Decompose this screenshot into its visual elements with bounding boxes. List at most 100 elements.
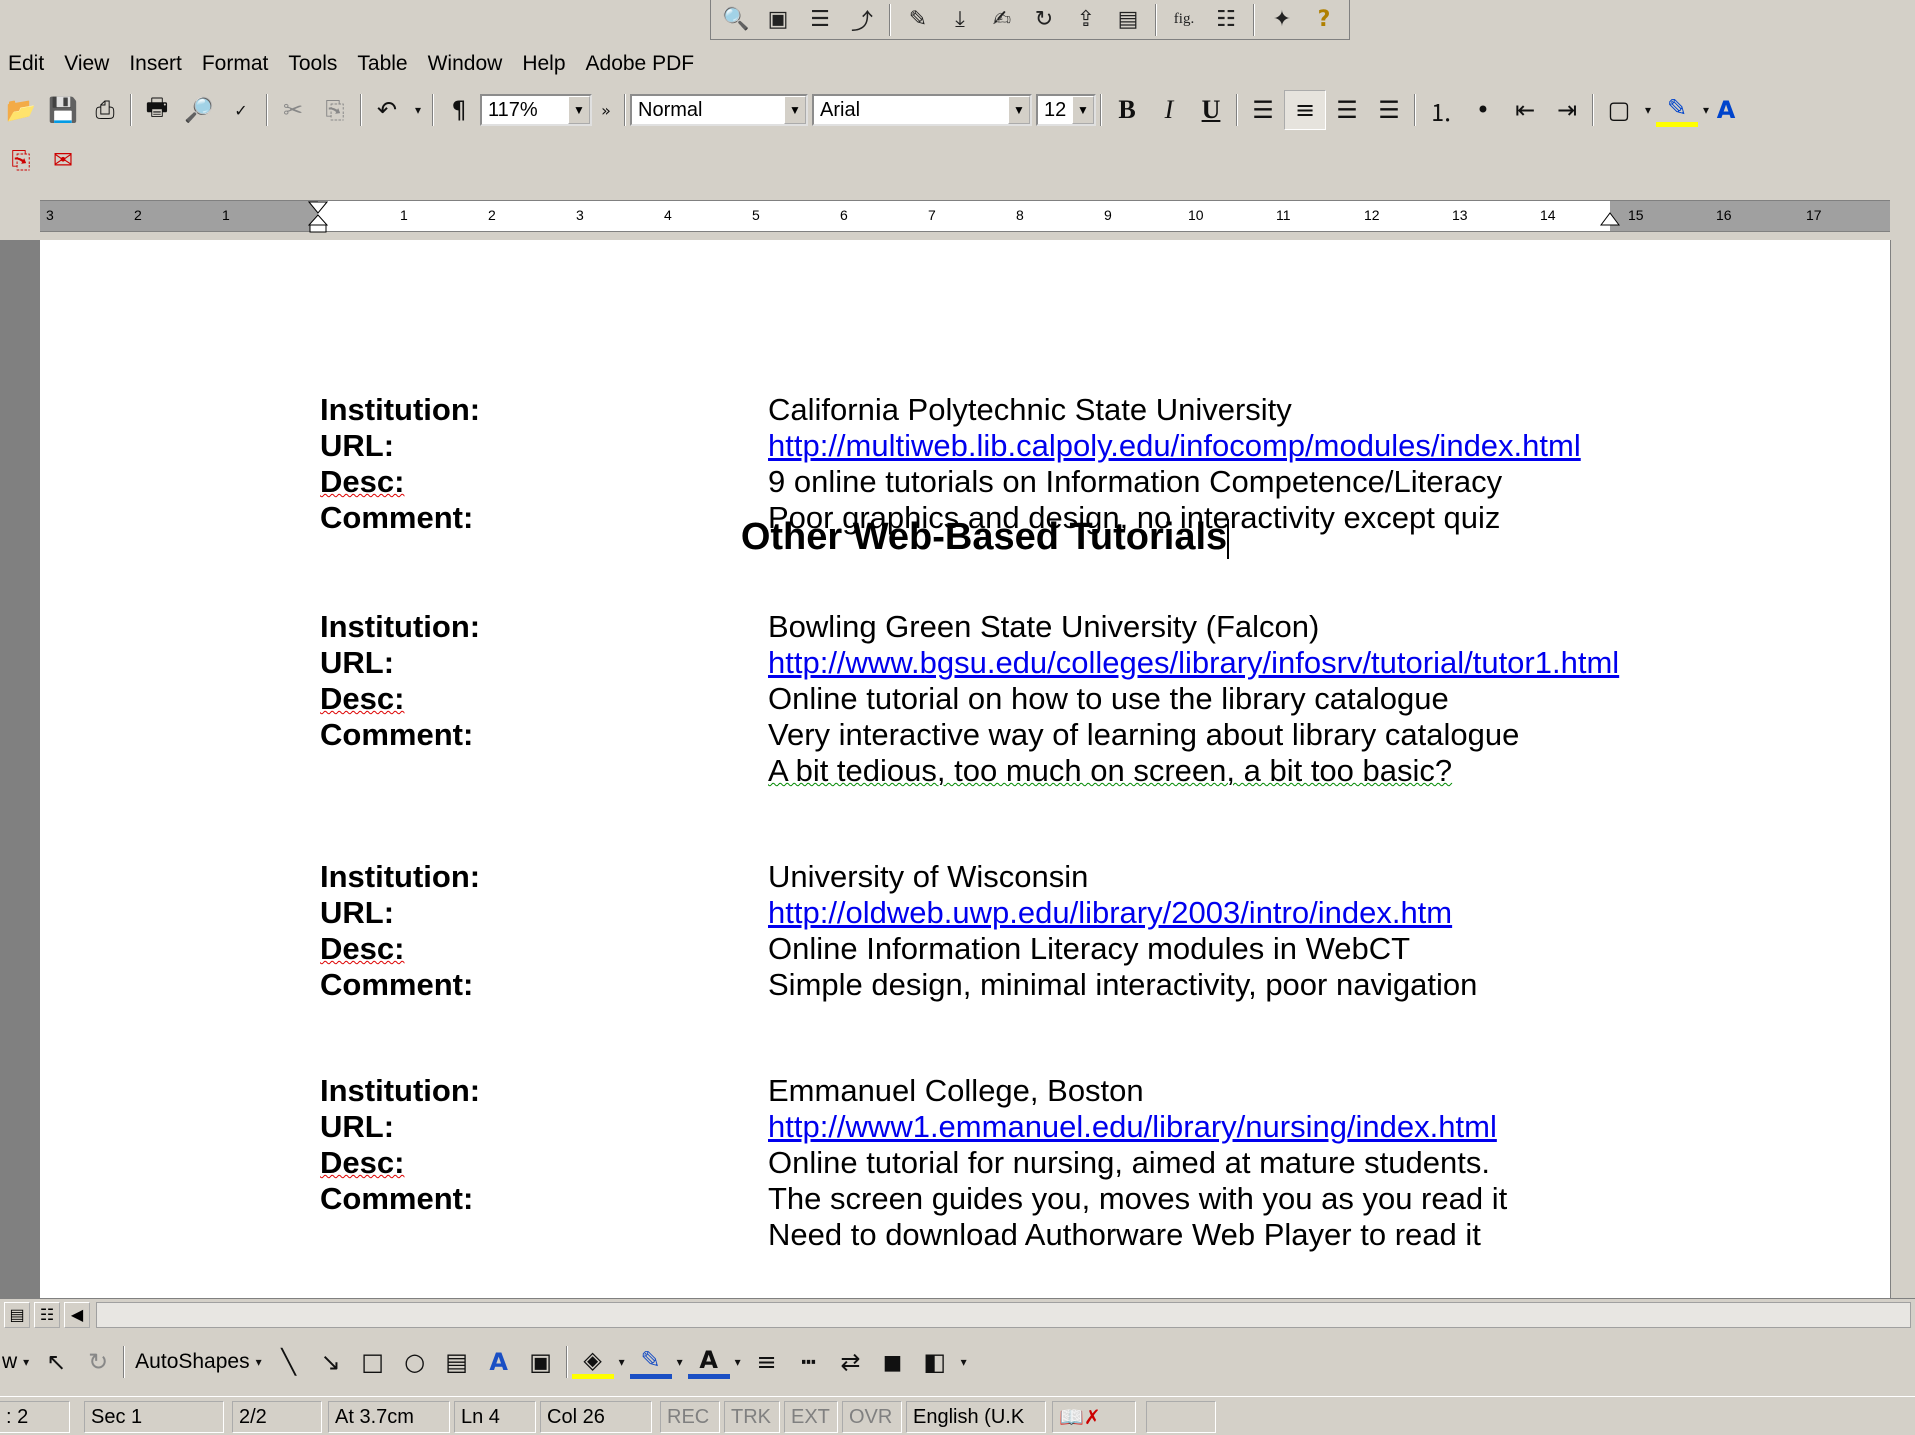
line-style-icon[interactable]: ≡	[746, 1342, 788, 1382]
decrease-indent-icon[interactable]: ⇤	[1504, 90, 1546, 130]
3d-icon[interactable]: ◧	[914, 1342, 956, 1382]
underline-button[interactable]: U	[1190, 90, 1232, 130]
align-left-icon[interactable]: ☰	[1242, 90, 1284, 130]
indent-marker-icon[interactable]	[308, 201, 328, 233]
italic-button[interactable]: I	[1148, 90, 1190, 130]
convert-to-pdf-icon[interactable]: ⎘	[0, 140, 42, 180]
select-objects-icon[interactable]: ↖	[35, 1342, 77, 1382]
fill-color-icon[interactable]: ◈	[571, 1345, 614, 1379]
zoom-select[interactable]: 117% ▼	[480, 94, 592, 126]
outline-icon[interactable]: ☷	[1207, 2, 1245, 38]
url-link[interactable]: http://www.bgsu.edu/colleges/library/inf…	[768, 645, 1820, 681]
autoshapes-menu[interactable]: AutoShapes	[135, 1350, 249, 1374]
align-center-icon[interactable]: ≡	[1284, 90, 1326, 130]
cut-icon[interactable]: ✂	[272, 90, 314, 130]
style-select[interactable]: Normal ▼	[630, 94, 808, 126]
download-icon[interactable]: ⤓	[941, 2, 979, 38]
chevron-down-icon[interactable]: ▼	[1008, 96, 1030, 124]
align-right-icon[interactable]: ☰	[1326, 90, 1368, 130]
menu-adobe-pdf[interactable]: Adobe PDF	[586, 52, 695, 76]
font-color-icon[interactable]: A	[1714, 90, 1738, 130]
fig-icon[interactable]: fig.	[1165, 2, 1203, 38]
document-page[interactable]: Other Web-Based Tutorials Institution: C…	[40, 240, 1890, 1298]
draw-menu[interactable]: w	[2, 1350, 17, 1374]
arrow-tool-icon[interactable]: ⤴	[843, 2, 881, 38]
bold-button[interactable]: B	[1106, 90, 1148, 130]
menu-help[interactable]: Help	[522, 52, 565, 76]
vertical-scrollbar[interactable]	[1890, 240, 1915, 1298]
increase-indent-icon[interactable]: ⇥	[1546, 90, 1588, 130]
chevron-down-icon[interactable]: ▾	[730, 1342, 746, 1382]
show-formatting-icon[interactable]: ¶	[438, 90, 480, 130]
spelling-status-icon[interactable]: 📖 ✗	[1052, 1401, 1136, 1433]
refresh-icon[interactable]: ↻	[1025, 2, 1063, 38]
free-rotate-icon[interactable]: ↻	[77, 1342, 119, 1382]
menu-tools[interactable]: Tools	[288, 52, 337, 76]
print-preview-icon[interactable]: 🔎	[178, 90, 220, 130]
menu-view[interactable]: View	[64, 52, 109, 76]
undo-dropdown-icon[interactable]: ▾	[408, 90, 428, 130]
print-icon[interactable]: 🖶	[136, 90, 178, 130]
pen-icon[interactable]: ✎	[899, 2, 937, 38]
font-color-icon[interactable]: A	[687, 1345, 730, 1379]
chevron-down-icon[interactable]: ▾	[17, 1342, 35, 1382]
spelling-icon[interactable]: ✓	[220, 90, 262, 130]
menu-table[interactable]: Table	[357, 52, 407, 76]
borders-dropdown-icon[interactable]: ▾	[1640, 90, 1656, 130]
save-icon[interactable]: 💾	[42, 90, 84, 130]
pdf-email-icon[interactable]: ✉	[42, 140, 84, 180]
horizontal-ruler[interactable]: 3 2 1 1 2 3 4 5 6 7 8 9 10 11 12 13 14 1…	[40, 200, 1890, 233]
open-icon[interactable]: 📂	[0, 90, 42, 130]
right-indent-marker-icon[interactable]	[1600, 211, 1620, 231]
status-trk[interactable]: TRK	[724, 1401, 780, 1433]
chevron-down-icon[interactable]: ▾	[956, 1342, 972, 1382]
magnifier-icon[interactable]: 🔍	[717, 2, 755, 38]
menu-insert[interactable]: Insert	[129, 52, 182, 76]
highlight-dropdown-icon[interactable]: ▾	[1698, 90, 1714, 130]
text-box-icon[interactable]: ▤	[436, 1342, 478, 1382]
numbering-icon[interactable]: ⒈	[1420, 90, 1462, 130]
status-ovr[interactable]: OVR	[842, 1401, 902, 1433]
tools-icon[interactable]: ✦	[1263, 2, 1301, 38]
notes-icon[interactable]: ▤	[1109, 2, 1147, 38]
font-select[interactable]: Arial ▼	[812, 94, 1032, 126]
justify-icon[interactable]: ☰	[1368, 90, 1410, 130]
copy-icon[interactable]: ⎘	[314, 90, 356, 130]
export-icon[interactable]: ⇪	[1067, 2, 1105, 38]
oval-icon[interactable]: ○	[394, 1342, 436, 1382]
image-icon[interactable]: ▣	[759, 2, 797, 38]
status-rec[interactable]: REC	[660, 1401, 720, 1433]
help-icon[interactable]: ?	[1305, 2, 1343, 38]
chevron-down-icon[interactable]: ▼	[784, 96, 806, 124]
chevron-down-icon[interactable]: ▾	[672, 1342, 688, 1382]
scroll-left-icon[interactable]: ◀	[64, 1302, 90, 1328]
menu-window[interactable]: Window	[428, 52, 503, 76]
arrow-icon[interactable]: ↘	[310, 1342, 352, 1382]
wordart-icon[interactable]: A	[478, 1342, 520, 1382]
chevron-down-icon[interactable]: ▼	[568, 96, 590, 124]
chevron-down-icon[interactable]: ▾	[250, 1342, 268, 1382]
status-language[interactable]: English (U.K	[906, 1401, 1046, 1433]
permission-icon[interactable]: ⎙	[84, 90, 126, 130]
horizontal-scrollbar[interactable]	[96, 1302, 1911, 1328]
url-link[interactable]: http://oldweb.uwp.edu/library/2003/intro…	[768, 895, 1820, 931]
menu-edit[interactable]: Edit	[8, 52, 44, 76]
chevron-down-icon[interactable]: ▼	[1072, 96, 1094, 124]
bullets-icon[interactable]: •	[1462, 90, 1504, 130]
edit-icon[interactable]: ✍	[983, 2, 1021, 38]
arrow-style-icon[interactable]: ⇄	[830, 1342, 872, 1382]
font-size-select[interactable]: 12 ▼	[1036, 94, 1096, 126]
highlight-icon[interactable]: ✎	[1656, 93, 1698, 127]
borders-icon[interactable]: ▢	[1598, 90, 1640, 130]
line-icon[interactable]: ╲	[268, 1342, 310, 1382]
chevron-down-icon[interactable]: ▾	[614, 1342, 630, 1382]
line-color-icon[interactable]: ✎	[629, 1345, 672, 1379]
menu-format[interactable]: Format	[202, 52, 269, 76]
url-link[interactable]: http://www1.emmanuel.edu/library/nursing…	[768, 1109, 1820, 1145]
rectangle-icon[interactable]: □	[352, 1342, 394, 1382]
url-link[interactable]: http://multiweb.lib.calpoly.edu/infocomp…	[768, 428, 1820, 464]
undo-icon[interactable]: ↶	[366, 90, 408, 130]
normal-view-icon[interactable]: ▤	[4, 1302, 30, 1328]
shadow-icon[interactable]: ◼	[872, 1342, 914, 1382]
dash-style-icon[interactable]: ┅	[788, 1342, 830, 1382]
